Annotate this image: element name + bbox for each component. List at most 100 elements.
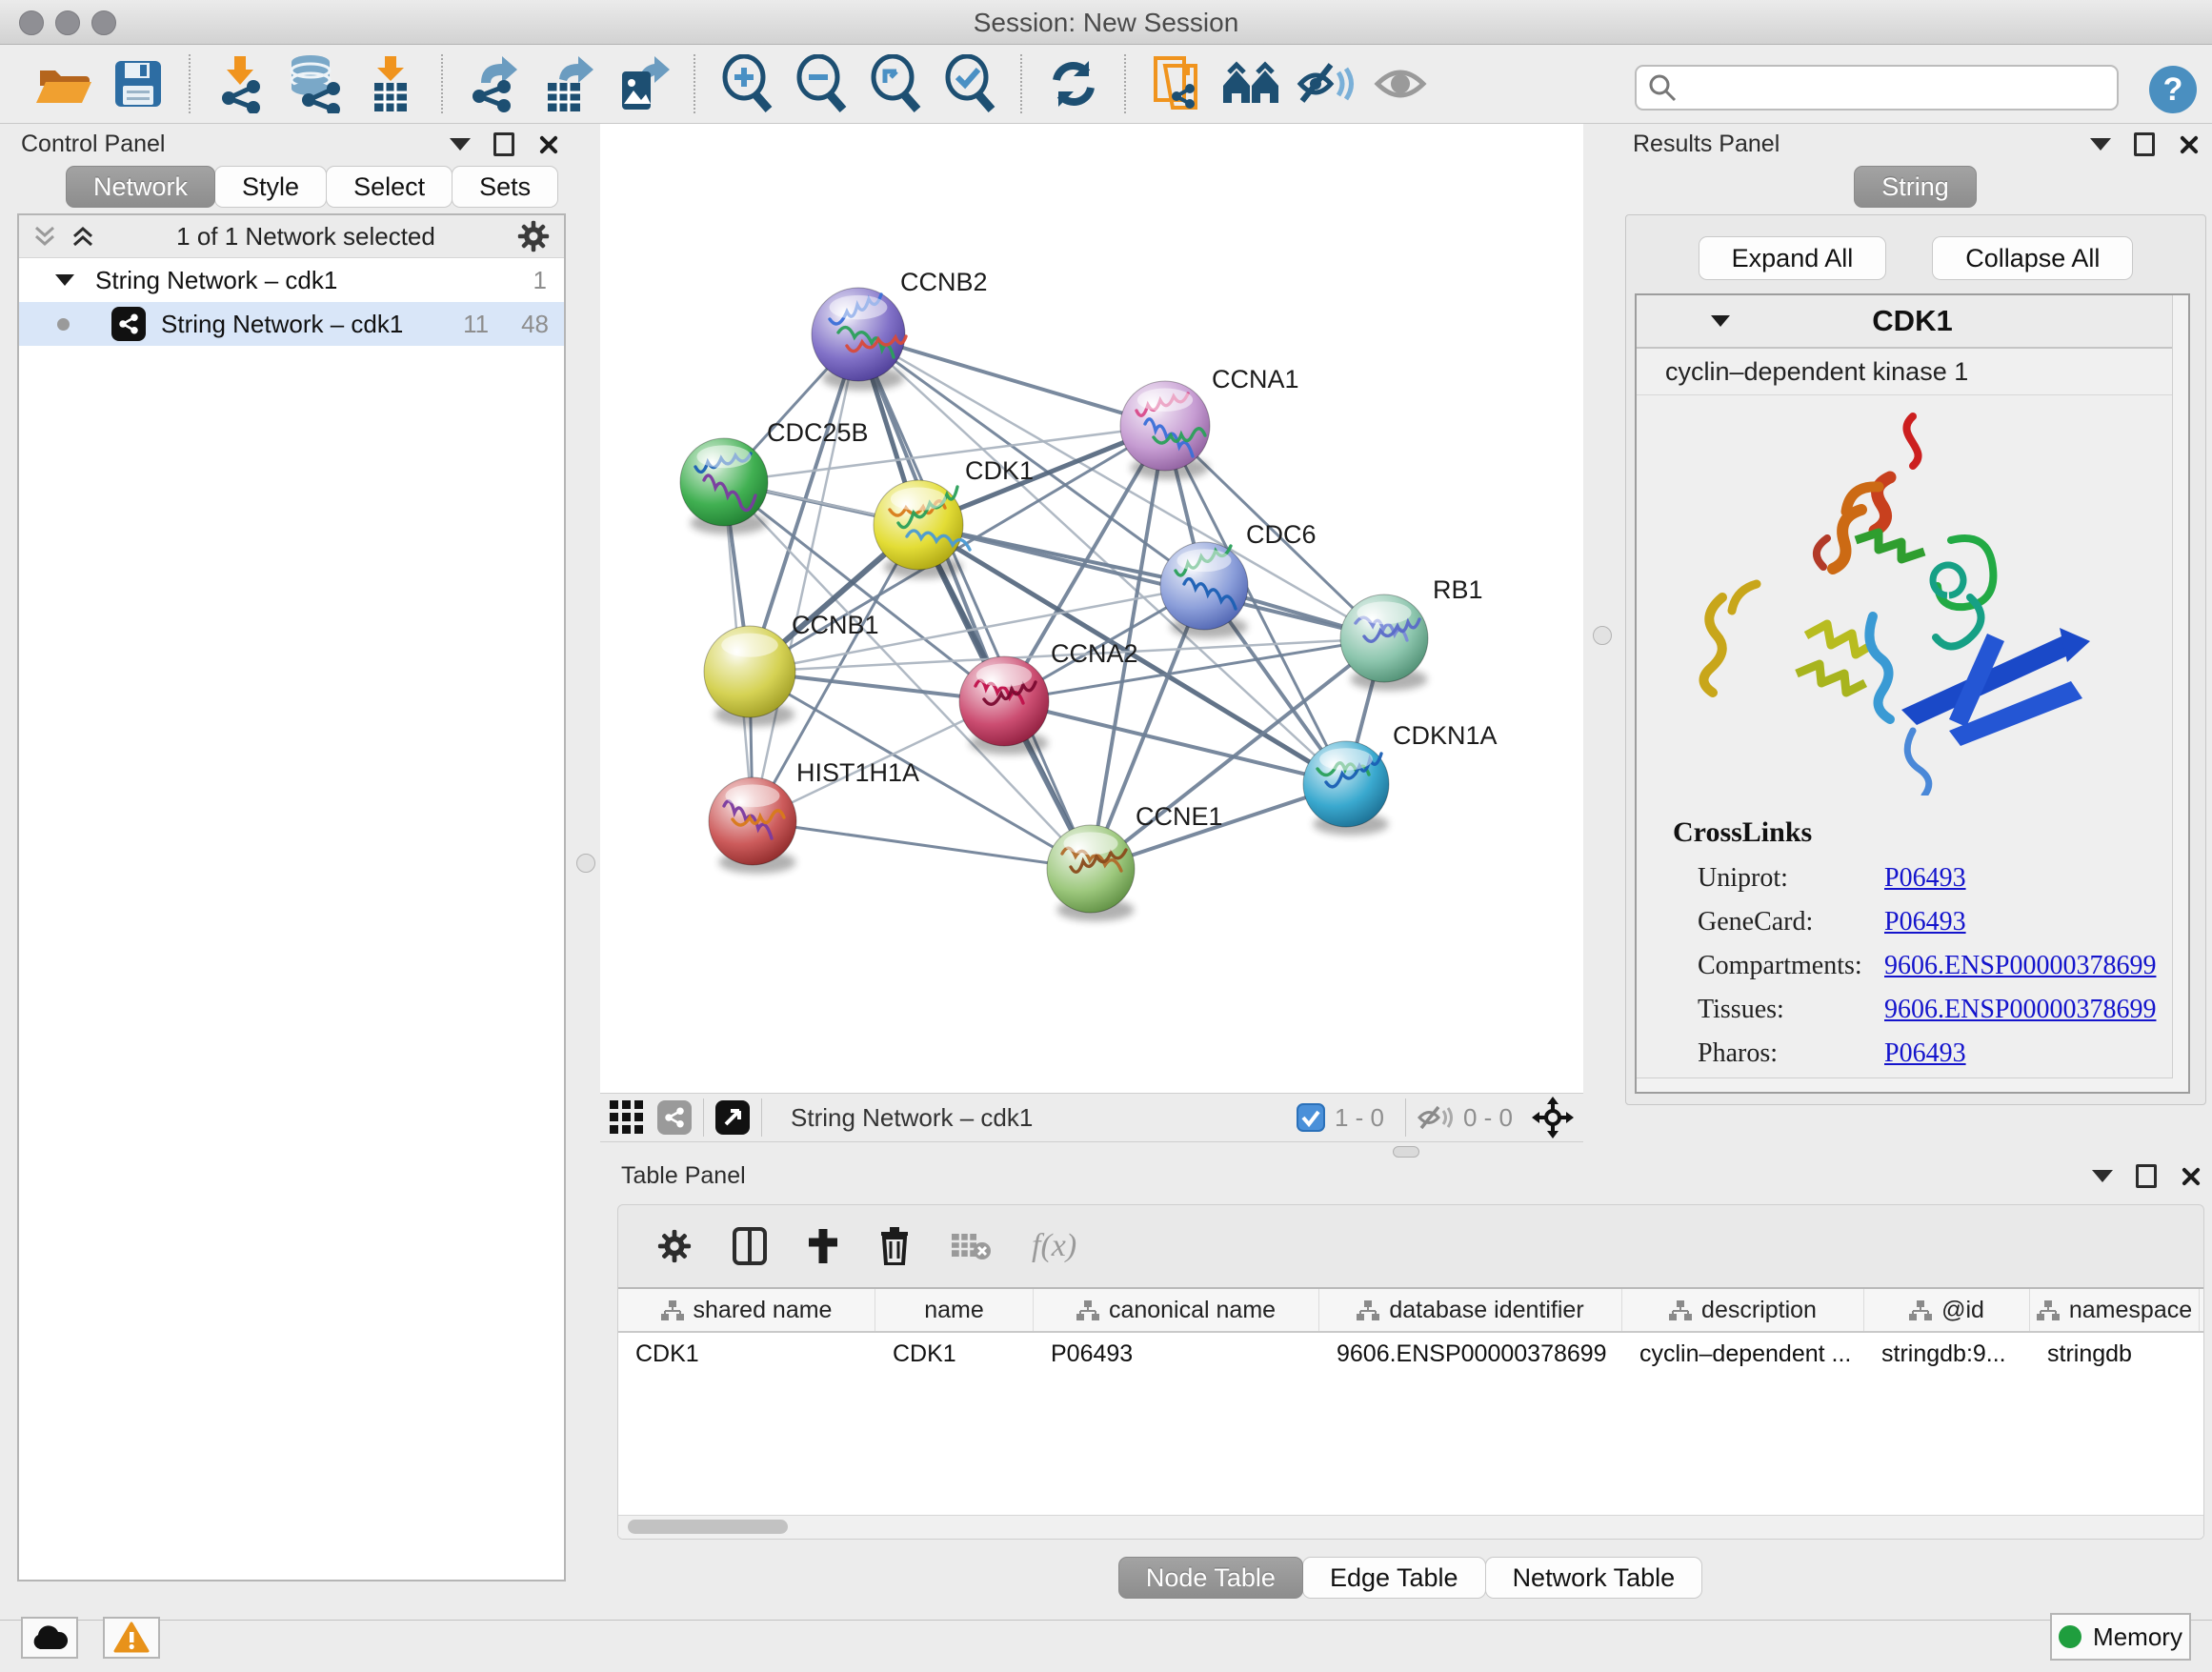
delete-table-button[interactable] [950,1230,992,1262]
search-input[interactable] [1686,72,2117,104]
zoom-out-button[interactable] [784,50,858,117]
control-panel-float-button[interactable] [493,132,514,156]
network-edge-hist1h1a-ccne1[interactable] [753,821,1091,869]
table-cell[interactable]: cyclin–dependent ... [1622,1333,1864,1375]
results-panel-float-button[interactable] [2134,132,2155,156]
export-table-button[interactable] [532,50,606,117]
table-cell[interactable]: P06493 [1034,1333,1319,1375]
table-panel-float-button[interactable] [2136,1164,2157,1188]
expand-all-button[interactable]: Expand All [1699,236,1887,280]
homology-button[interactable] [1215,50,1289,117]
refresh-button[interactable] [1036,50,1111,117]
import-table-button[interactable] [353,50,428,117]
left-splitter-handle[interactable] [576,854,595,873]
tab-select[interactable]: Select [326,166,452,208]
crosslink-uniprot-link[interactable]: P06493 [1884,863,1966,894]
network-row[interactable]: String Network – cdk1 11 48 [19,302,564,346]
network-node-cdk1[interactable] [874,480,970,578]
network-node-cdc25b[interactable] [680,438,768,534]
scrollbar-thumb[interactable] [628,1520,788,1534]
table-cell[interactable]: CDK1 [618,1333,875,1375]
gene-collapse-icon[interactable] [1711,315,1730,327]
import-network-button[interactable] [205,50,279,117]
tab-style[interactable]: Style [214,166,327,208]
network-node-ccna1[interactable] [1120,381,1210,479]
table-cell[interactable]: CDK1 [875,1333,1034,1375]
table-panel-close-button[interactable] [2180,1165,2201,1186]
network-node-ccnb1[interactable] [704,626,795,726]
expand-all-chevron-icon[interactable] [70,224,95,249]
import-network-from-database-button[interactable] [279,50,353,117]
column-header-@id[interactable]: @id [1864,1289,2030,1331]
export-image-button[interactable] [606,50,680,117]
network-node-ccne1[interactable] [1047,825,1135,921]
table-horizontal-scrollbar[interactable] [618,1515,2203,1539]
cloud-status-button[interactable] [21,1617,78,1659]
delete-column-button[interactable] [879,1227,910,1265]
tab-sets[interactable]: Sets [452,166,558,208]
collapse-all-button[interactable]: Collapse All [1932,236,2133,280]
zoom-selected-button[interactable] [933,50,1007,117]
show-graphics-button[interactable] [1363,50,1438,117]
table-cell[interactable]: stringdb [2030,1333,2200,1375]
right-splitter-handle[interactable] [1593,626,1612,645]
column-header-description[interactable]: description [1622,1289,1864,1331]
enrichment-hide-button[interactable] [1289,50,1363,117]
column-header-database-identifier[interactable]: database identifier [1319,1289,1622,1331]
table-cell[interactable]: stringdb:9... [1864,1333,2030,1375]
collapse-all-chevron-icon[interactable] [32,224,57,249]
table-cell[interactable]: 9606.ENSP00000378699 [1319,1333,1622,1375]
zoom-fit-button[interactable] [858,50,933,117]
network-edge-ccnb2-ccne1[interactable] [858,334,1091,869]
control-panel-collapse-button[interactable] [450,138,471,151]
tab-edge-table[interactable]: Edge Table [1302,1557,1486,1599]
network-node-hist1h1a[interactable] [709,777,796,874]
network-node-rb1[interactable] [1340,594,1428,691]
tab-string[interactable]: String [1854,166,1977,208]
column-header-shared-name[interactable]: shared name [618,1289,875,1331]
results-panel-close-button[interactable] [2178,133,2199,154]
function-builder-button[interactable]: f(x) [1032,1228,1076,1264]
grid-view-button[interactable] [610,1100,644,1135]
control-panel-close-button[interactable] [537,133,558,154]
results-panel-collapse-button[interactable] [2090,138,2111,151]
memory-button[interactable]: Memory [2050,1613,2191,1661]
tab-node-table[interactable]: Node Table [1118,1557,1303,1599]
column-header-canonical-name[interactable]: canonical name [1034,1289,1319,1331]
hidden-toggle[interactable] [1418,1103,1454,1132]
network-node-cdc6[interactable] [1160,542,1248,638]
save-session-button[interactable] [101,50,175,117]
create-column-button[interactable] [807,1227,839,1265]
results-horizontal-scrollbar[interactable] [1637,1078,2173,1092]
tab-network-table[interactable]: Network Table [1485,1557,1703,1599]
open-session-button[interactable] [27,50,101,117]
show-columns-button[interactable] [733,1227,767,1265]
column-header-name[interactable]: name [875,1289,1034,1331]
string-query-button[interactable] [1140,50,1215,117]
table-panel-collapse-button[interactable] [2092,1170,2113,1182]
warnings-button[interactable] [103,1617,160,1659]
zoom-in-button[interactable] [710,50,784,117]
fit-selected-button[interactable] [1532,1097,1574,1138]
network-node-cdkn1a[interactable] [1303,741,1389,836]
network-canvas[interactable]: CCNB2CCNA1CDC25BCDK1CDC6RB1CCNB1CCNA2CDK… [600,124,1583,1093]
network-options-gear-icon[interactable] [516,219,551,253]
tree-expand-icon[interactable] [55,274,74,286]
crosslink-pharos-link[interactable]: P06493 [1884,1038,1966,1069]
export-network-button[interactable] [457,50,532,117]
network-edge-ccnb2-hist1h1a[interactable] [753,334,858,821]
open-in-window-button[interactable] [715,1100,750,1135]
network-share-chip-icon[interactable] [657,1100,692,1135]
network-edge-ccnb2-ccna1[interactable] [858,334,1165,426]
network-node-ccnb2[interactable] [812,288,906,391]
crosslink-genecard-link[interactable]: P06493 [1884,907,1966,937]
column-header-namespace[interactable]: namespace [2030,1289,2200,1331]
crosslink-tissues-link[interactable]: 9606.ENSP00000378699 [1884,995,2156,1025]
results-vertical-scrollbar[interactable] [2172,295,2188,1092]
selected-checkbox[interactable] [1297,1103,1325,1132]
network-node-ccna2[interactable] [959,656,1049,755]
tab-network[interactable]: Network [66,166,215,208]
crosslink-compartments-link[interactable]: 9606.ENSP00000378699 [1884,951,2156,981]
network-collection-row[interactable]: String Network – cdk1 1 [19,258,564,302]
help-button[interactable]: ? [2149,66,2197,113]
